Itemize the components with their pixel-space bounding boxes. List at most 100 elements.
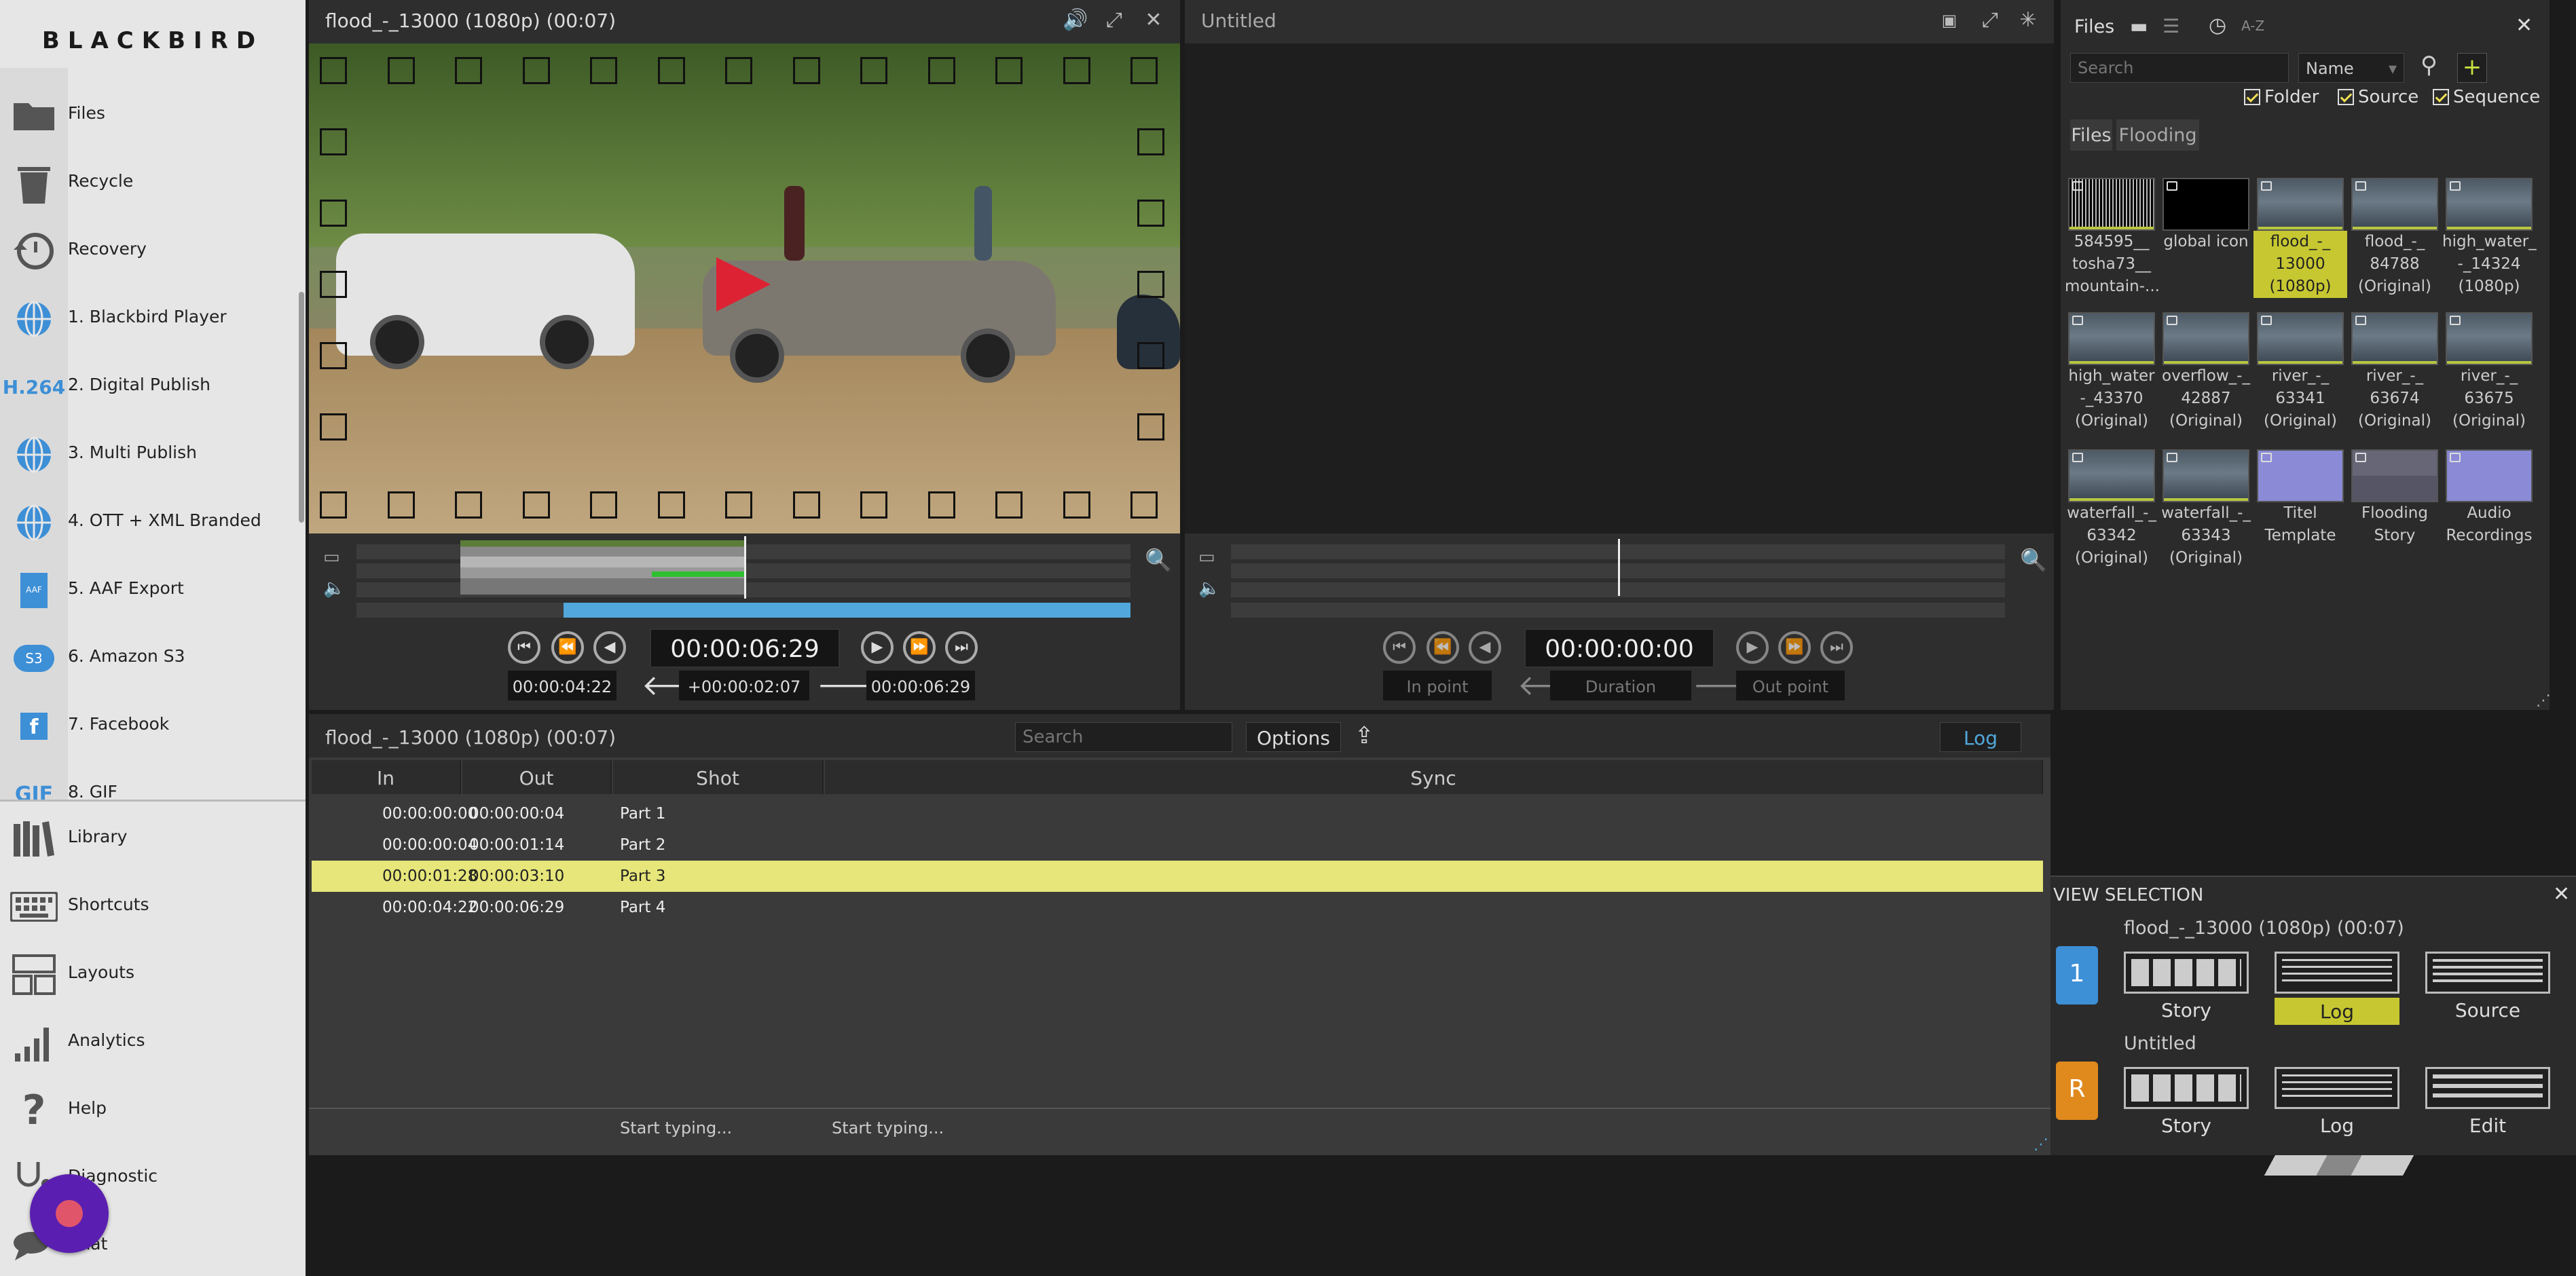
close-icon[interactable]: ✕ bbox=[2516, 14, 2533, 37]
scene-marker-tile[interactable] bbox=[387, 57, 415, 84]
duration-field[interactable]: Duration bbox=[1550, 671, 1691, 700]
file-thumbnail[interactable] bbox=[2446, 449, 2533, 502]
sidebar-item-multi-publish[interactable]: 3. Multi Publish bbox=[0, 421, 306, 489]
sidebar-item-amazon-s3[interactable]: S3 6. Amazon S3 bbox=[0, 624, 306, 692]
scene-marker-tile[interactable] bbox=[320, 491, 347, 519]
scene-marker-tile[interactable] bbox=[792, 491, 820, 519]
breadcrumb-files[interactable]: Files bbox=[2070, 119, 2112, 151]
in-point-field[interactable]: 00:00:04:22 bbox=[508, 671, 617, 700]
sort-az-label[interactable]: A-Z bbox=[2241, 18, 2264, 34]
chat-launcher-button[interactable] bbox=[30, 1174, 109, 1253]
scene-marker-tile[interactable] bbox=[320, 413, 347, 440]
scene-marker-tile[interactable] bbox=[995, 57, 1023, 84]
playhead[interactable] bbox=[1618, 539, 1620, 596]
go-to-out-button[interactable]: ⏭ bbox=[1820, 631, 1853, 664]
scene-marker-tile[interactable] bbox=[725, 57, 752, 84]
in-point-field[interactable]: In point bbox=[1383, 671, 1492, 700]
scene-marker-tile[interactable] bbox=[1137, 271, 1164, 298]
play-button[interactable]: ▶ bbox=[1736, 631, 1769, 664]
viewer-screen[interactable] bbox=[1185, 43, 2054, 533]
scene-marker-tile[interactable] bbox=[522, 491, 550, 519]
file-thumbnail[interactable] bbox=[2068, 178, 2155, 231]
view-log-button[interactable] bbox=[2275, 952, 2399, 994]
scene-marker-tile[interactable] bbox=[657, 491, 685, 519]
recent-clock-icon[interactable]: ◷ bbox=[2209, 14, 2226, 37]
file-thumbnail[interactable] bbox=[2351, 449, 2438, 502]
go-to-in-button[interactable]: ⏮ bbox=[508, 631, 540, 664]
viewer-timecode[interactable]: 00:00:00:00 bbox=[1524, 628, 1714, 668]
column-header-out[interactable]: Out bbox=[462, 760, 612, 794]
files-search-input[interactable] bbox=[2070, 53, 2289, 83]
audio-track-icon[interactable]: 🔈 bbox=[323, 578, 345, 599]
file-thumbnail[interactable] bbox=[2257, 312, 2344, 365]
resize-grip-icon[interactable]: ⋰ bbox=[2536, 692, 2551, 709]
sidebar-item-help[interactable]: ? Help bbox=[0, 1076, 306, 1144]
column-header-sync[interactable]: Sync bbox=[825, 760, 2043, 794]
scene-marker-tile[interactable] bbox=[320, 128, 347, 155]
scene-marker-tile[interactable] bbox=[860, 491, 887, 519]
sidebar-item-files[interactable]: Files bbox=[0, 81, 306, 149]
view-source-button[interactable] bbox=[2425, 952, 2550, 994]
sidebar-scrollbar[interactable] bbox=[299, 292, 304, 523]
view-story-button[interactable] bbox=[2124, 952, 2249, 994]
new-shot-input[interactable]: Start typing... bbox=[620, 1110, 824, 1144]
scene-marker-tile[interactable] bbox=[1137, 200, 1164, 227]
files-tab[interactable]: Files bbox=[2074, 16, 2114, 37]
search-icon[interactable]: ⚲ bbox=[2421, 52, 2437, 79]
monitor-icon[interactable]: ▭ bbox=[323, 547, 344, 567]
video-frame[interactable] bbox=[309, 43, 1180, 533]
fullscreen-icon[interactable]: ⤢ bbox=[1103, 10, 1125, 31]
scene-marker-tile[interactable] bbox=[320, 271, 347, 298]
file-thumbnail[interactable] bbox=[2351, 178, 2438, 231]
filter-folder-checkbox[interactable]: Folder bbox=[2244, 87, 2319, 107]
sidebar-item-recycle[interactable]: Recycle bbox=[0, 149, 306, 217]
playhead[interactable] bbox=[744, 536, 746, 599]
file-thumbnail[interactable] bbox=[2068, 312, 2155, 365]
new-sync-input[interactable]: Start typing... bbox=[832, 1110, 1103, 1144]
column-header-in[interactable]: In bbox=[312, 760, 461, 794]
file-thumbnail[interactable] bbox=[2257, 178, 2344, 231]
scene-marker-tile[interactable] bbox=[927, 57, 955, 84]
scene-marker-tile[interactable] bbox=[725, 491, 752, 519]
sidebar-item-ott-xml-branded[interactable]: 4. OTT + XML Branded bbox=[0, 489, 306, 557]
out-point-field[interactable]: Out point bbox=[1736, 671, 1845, 700]
volume-icon[interactable]: 🔊 bbox=[1063, 10, 1088, 31]
scene-marker-tile[interactable] bbox=[860, 57, 887, 84]
fullscreen-icon[interactable]: ⤢ bbox=[1979, 10, 2001, 31]
log-mode-button[interactable]: Log bbox=[1940, 722, 2021, 752]
sidebar-item-digital-publish[interactable]: H.264 2. Digital Publish bbox=[0, 353, 306, 421]
play-reverse-button[interactable]: ◀ bbox=[593, 631, 626, 664]
previous-frame-button[interactable]: ⏪ bbox=[1427, 631, 1459, 664]
zoom-icon[interactable]: 🔍 bbox=[2020, 547, 2047, 573]
scene-marker-tile[interactable] bbox=[927, 491, 955, 519]
scene-marker-tile[interactable] bbox=[590, 491, 617, 519]
scene-marker-tile[interactable] bbox=[1130, 491, 1158, 519]
next-frame-button[interactable]: ⏩ bbox=[1778, 631, 1811, 664]
list-view-icon[interactable]: ☰ bbox=[2163, 15, 2179, 37]
scene-marker-tile[interactable] bbox=[387, 491, 415, 519]
resize-grip-icon[interactable]: ⋰ bbox=[2034, 1136, 2048, 1153]
table-row[interactable]: 00:00:04:22 00:00:06:29 Part 4 bbox=[312, 892, 2043, 923]
sidebar-item-blackbird-player[interactable]: 1. Blackbird Player bbox=[0, 285, 306, 353]
sort-select[interactable]: Name ▾ bbox=[2298, 53, 2404, 83]
scene-marker-tile[interactable] bbox=[1137, 342, 1164, 369]
sidebar-item-aaf-export[interactable]: AAF 5. AAF Export bbox=[0, 557, 306, 624]
scene-marker-tile[interactable] bbox=[1137, 128, 1164, 155]
scrub-bar[interactable] bbox=[1231, 603, 2005, 618]
add-button[interactable]: + bbox=[2457, 53, 2487, 83]
scene-marker-tile[interactable] bbox=[995, 491, 1023, 519]
monitor-icon[interactable]: ▭ bbox=[1198, 547, 1215, 567]
sidebar-item-library[interactable]: Library bbox=[0, 805, 306, 873]
next-frame-button[interactable]: ⏩ bbox=[903, 631, 936, 664]
view-story-button[interactable] bbox=[2124, 1067, 2249, 1109]
play-button[interactable]: ▶ bbox=[861, 631, 894, 664]
file-thumbnail[interactable] bbox=[2446, 312, 2533, 365]
file-thumbnail[interactable] bbox=[2257, 449, 2344, 502]
zoom-icon[interactable]: 🔍 bbox=[1145, 547, 1172, 573]
file-thumbnail[interactable] bbox=[2163, 449, 2249, 502]
scene-marker-tile[interactable] bbox=[1063, 57, 1090, 84]
go-to-out-button[interactable]: ⏭ bbox=[945, 631, 978, 664]
log-search-input[interactable] bbox=[1015, 722, 1232, 752]
scene-marker-tile[interactable] bbox=[1137, 413, 1164, 440]
audio-track-icon[interactable]: 🔈 bbox=[1198, 578, 1220, 599]
